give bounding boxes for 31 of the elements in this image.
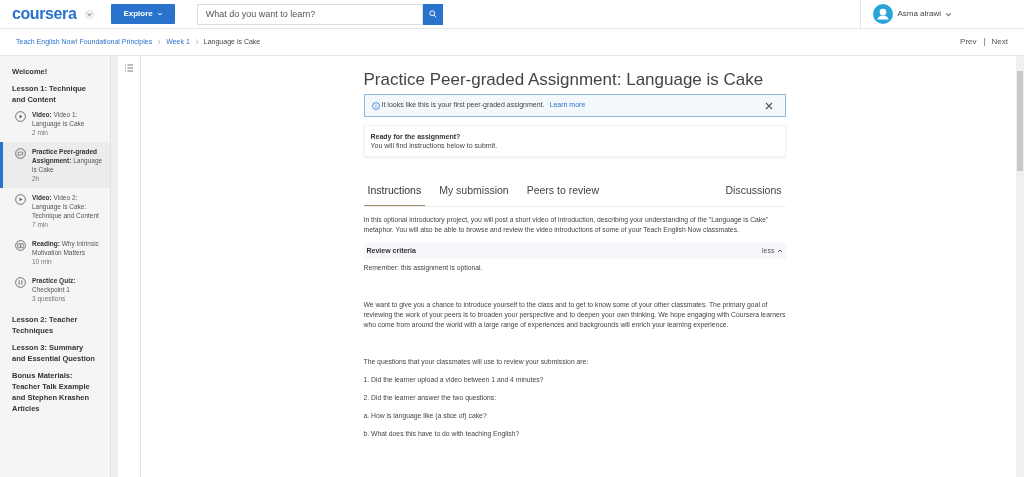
tab[interactable]: Peers to review [522, 183, 603, 206]
info-icon [371, 101, 380, 110]
search-icon [428, 10, 437, 18]
play-icon [15, 194, 26, 205]
tab[interactable]: Discussions [721, 183, 786, 206]
play-icon [15, 111, 26, 122]
user-name[interactable]: Asma alrawi [897, 8, 941, 20]
tab[interactable]: My submission [435, 183, 513, 206]
chevron-down-icon[interactable] [945, 10, 952, 18]
search-button[interactable] [422, 3, 443, 25]
list-icon[interactable] [124, 63, 134, 73]
chevron-down-icon[interactable] [84, 8, 96, 20]
sidebar-scrollbar[interactable] [110, 56, 118, 477]
logo[interactable]: coursera [12, 2, 77, 26]
page-title: Practice Peer-graded Assignment: Language is Cake [363, 69, 765, 91]
quiz-icon [15, 277, 26, 288]
avatar-icon[interactable] [873, 4, 894, 24]
tab[interactable]: Instructions [363, 183, 426, 206]
chevron-right-icon [194, 39, 199, 45]
next-link[interactable]: Next [991, 36, 1008, 48]
prev-link[interactable]: Prev [960, 36, 977, 48]
chevron-right-icon [157, 39, 162, 45]
close-icon[interactable] [764, 101, 773, 110]
chat-icon [15, 148, 26, 159]
scrollbar-thumb[interactable] [1017, 71, 1023, 171]
explore-button[interactable]: Explore [111, 4, 175, 24]
chevron-icon [776, 247, 783, 254]
caret-icon [156, 11, 163, 17]
search-field[interactable]: What do you want to learn? [196, 3, 423, 25]
book-icon [15, 240, 26, 251]
page-scrollbar[interactable] [1016, 56, 1024, 477]
